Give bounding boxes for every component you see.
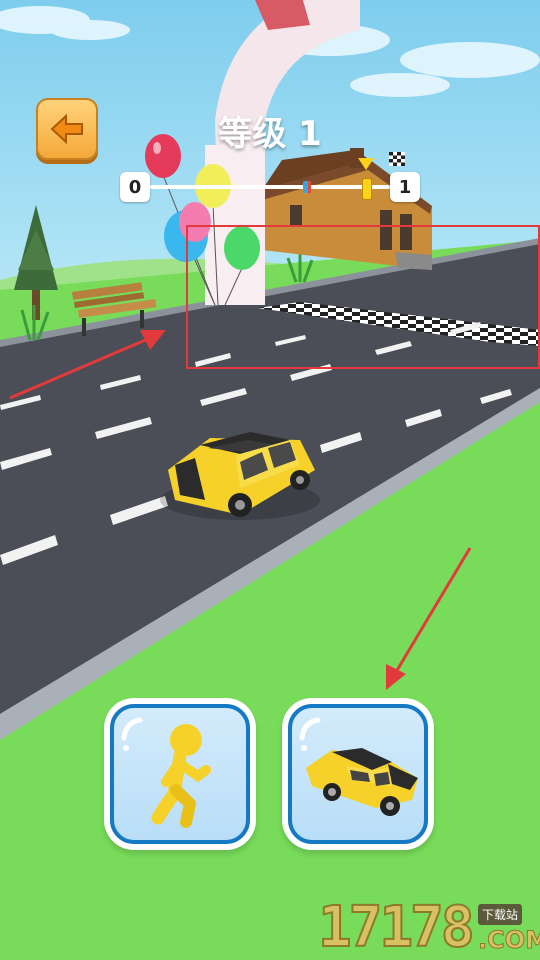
current-level-label: 0 xyxy=(120,172,150,202)
runner-choice-button[interactable] xyxy=(104,698,256,850)
site-watermark: 17178 下载站 .COM xyxy=(317,895,540,960)
yellow-car-icon xyxy=(299,717,418,816)
arrow-left-icon xyxy=(50,114,83,144)
watermark-badge: 下载站 xyxy=(478,904,523,925)
checkered-flag-icon xyxy=(389,152,405,166)
yellow-stickman-icon xyxy=(121,717,211,828)
back-button[interactable] xyxy=(36,98,98,160)
player-pointer-icon xyxy=(358,158,374,170)
player-progress-marker xyxy=(362,178,372,200)
watermark-domain: .COM xyxy=(477,926,540,955)
level-title: 等级 1 xyxy=(218,114,322,154)
level-progress-bar: 0 1 xyxy=(120,152,420,206)
car-choice-button[interactable] xyxy=(282,698,434,850)
progress-marker-red xyxy=(308,181,311,193)
next-level-label: 1 xyxy=(390,172,420,202)
watermark-digits: 17178 xyxy=(317,895,476,960)
progress-track xyxy=(150,185,390,189)
